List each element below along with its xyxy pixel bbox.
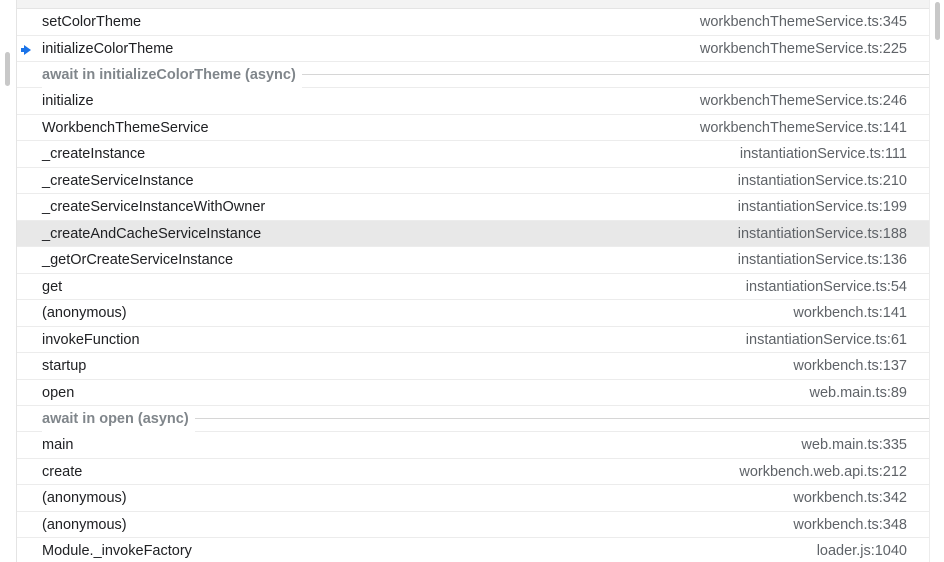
stack-frame-row[interactable]: Module._invokeFactory loader.js:1040 [17, 538, 929, 562]
stack-frame-source-link[interactable]: workbench.ts:348 [793, 512, 907, 538]
stack-frame-source-link[interactable]: instantiationService.ts:54 [746, 274, 907, 300]
stack-frame-function-name: create [42, 463, 83, 480]
stack-frame-row[interactable]: (anonymous) workbench.ts:141 [17, 300, 929, 327]
stack-frame-row[interactable]: open web.main.ts:89 [17, 380, 929, 406]
stack-frame-row[interactable]: (anonymous) workbench.ts:348 [17, 512, 929, 538]
stack-frame-source-link[interactable]: workbench.web.api.ts:212 [739, 459, 907, 485]
stack-frame-row[interactable]: _createInstance instantiationService.ts:1… [17, 141, 929, 168]
list-top-edge [17, 0, 929, 9]
call-stack-panel: setColorTheme workbenchThemeService.ts:34… [0, 0, 944, 562]
stack-frame-function-name: initialize [42, 93, 94, 109]
stack-frame-source-link[interactable]: workbench.ts:137 [793, 353, 907, 379]
stack-frame-function-name: _createServiceInstanceWithOwner [42, 199, 266, 215]
stack-frame-function-name: Module._invokeFactory [42, 543, 192, 559]
stack-frame-function-name: (anonymous) [42, 490, 127, 506]
stack-frame-row[interactable]: setColorTheme workbenchThemeService.ts:34… [17, 9, 929, 36]
stack-frame-source-link[interactable]: web.main.ts:89 [809, 380, 907, 406]
stack-frame-function-name: _createServiceInstance [42, 172, 194, 189]
stack-frame-source-link[interactable]: instantiationService.ts:61 [746, 327, 907, 353]
vertical-scrollbar-thumb[interactable] [935, 2, 940, 40]
stack-frame-function-name: main [42, 437, 74, 453]
stack-frame-function-name: _createInstance [42, 146, 146, 162]
stack-frame-function-name: get [42, 278, 63, 295]
stack-frame-row[interactable]: WorkbenchThemeService workbenchThemeServi… [17, 115, 929, 141]
stack-frame-function-name: setColorTheme [42, 14, 142, 30]
stack-frame-source-link[interactable]: workbenchThemeService.ts:225 [700, 36, 907, 62]
stack-frame-function-name: invokeFunction [42, 331, 140, 348]
stack-frame-function-name: _createAndCacheServiceInstance [42, 225, 262, 242]
stack-frame-source-link[interactable]: instantiationService.ts:188 [738, 221, 907, 247]
left-scrollbar-thumb[interactable] [5, 52, 10, 86]
stack-frame-function-name: WorkbenchThemeService [42, 119, 209, 136]
stack-frame-source-link[interactable]: instantiationService.ts:136 [738, 247, 907, 273]
stack-frame-function-name: initializeColorTheme [42, 40, 174, 57]
stack-frame-source-link[interactable]: loader.js:1040 [817, 538, 907, 562]
async-separator: await in initializeColorTheme (async) [17, 61, 929, 88]
stack-frame-row[interactable]: _getOrCreateServiceInstance instantiation… [17, 247, 929, 274]
stack-frame-function-name: open [42, 384, 75, 401]
stack-frame-row[interactable]: create workbench.web.api.ts:212 [17, 459, 929, 485]
left-gutter [0, 0, 16, 562]
vertical-scrollbar[interactable] [929, 0, 944, 562]
stack-frame-row[interactable]: (anonymous) workbench.ts:342 [17, 485, 929, 512]
stack-frame-function-name: _getOrCreateServiceInstance [42, 252, 234, 268]
stack-frame-row[interactable]: main web.main.ts:335 [17, 432, 929, 459]
stack-frame-row[interactable]: get instantiationService.ts:54 [17, 274, 929, 300]
call-stack-rows: setColorTheme workbenchThemeService.ts:34… [17, 9, 929, 562]
stack-frame-source-link[interactable]: instantiationService.ts:199 [738, 194, 907, 220]
call-stack-list: setColorTheme workbenchThemeService.ts:34… [16, 0, 929, 562]
stack-frame-row[interactable]: _createAndCacheServiceInstance instantiat… [17, 220, 929, 247]
async-separator-line [194, 418, 929, 419]
stack-frame-function-name: (anonymous) [42, 516, 127, 533]
stack-frame-row[interactable]: initializeColorTheme workbenchThemeServic… [17, 36, 929, 62]
stack-frame-function-name: startup [42, 358, 87, 374]
stack-frame-function-name: (anonymous) [42, 305, 127, 321]
stack-frame-source-link[interactable]: workbench.ts:342 [793, 485, 907, 511]
async-separator-label: await in initializeColorTheme (async) [42, 61, 302, 88]
async-separator-line [301, 74, 929, 75]
stack-frame-row[interactable]: _createServiceInstanceWithOwner instantia… [17, 194, 929, 221]
stack-frame-source-link[interactable]: web.main.ts:335 [801, 432, 907, 458]
async-separator-label: await in open (async) [42, 405, 195, 432]
stack-frame-source-link[interactable]: instantiationService.ts:111 [740, 141, 907, 167]
stack-frame-source-link[interactable]: workbenchThemeService.ts:246 [700, 88, 907, 114]
stack-frame-source-link[interactable]: workbenchThemeService.ts:141 [700, 115, 907, 141]
stack-frame-row[interactable]: startup workbench.ts:137 [17, 353, 929, 380]
stack-frame-source-link[interactable]: workbenchThemeService.ts:345 [700, 9, 907, 35]
stack-frame-row[interactable]: initialize workbenchThemeService.ts:246 [17, 88, 929, 115]
stack-frame-row[interactable]: _createServiceInstance instantiationServi… [17, 168, 929, 194]
stack-frame-source-link[interactable]: workbench.ts:141 [793, 300, 907, 326]
arrow-right-icon [21, 44, 31, 55]
async-separator: await in open (async) [17, 405, 929, 432]
stack-frame-row[interactable]: invokeFunction instantiationService.ts:61 [17, 327, 929, 353]
stack-frame-source-link[interactable]: instantiationService.ts:210 [738, 168, 907, 194]
